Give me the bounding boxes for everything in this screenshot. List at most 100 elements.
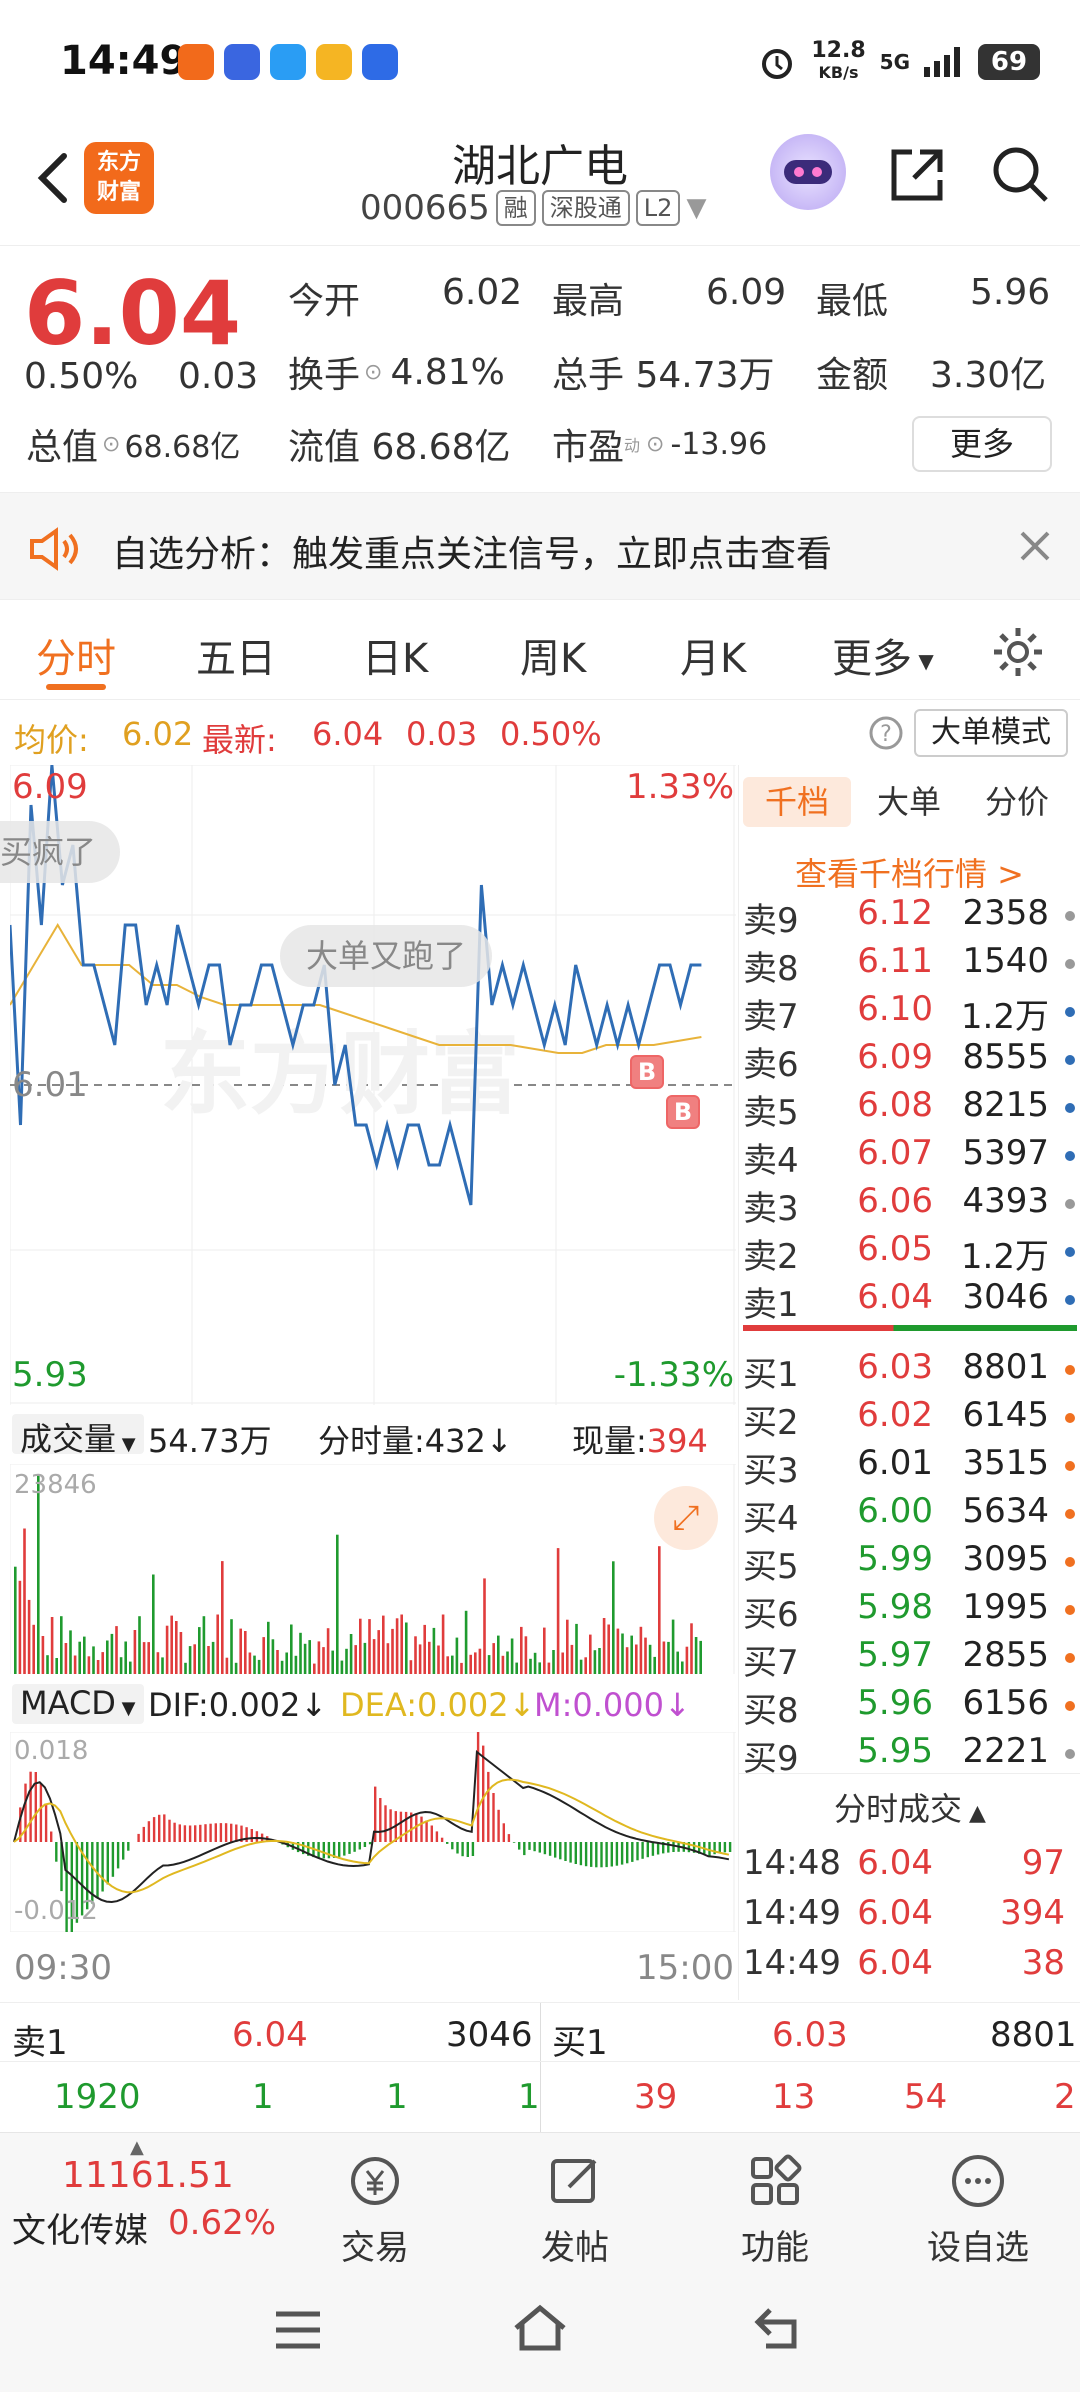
volume-bar bbox=[165, 1625, 169, 1674]
more-button[interactable]: 更多 bbox=[912, 416, 1052, 472]
volume-bar bbox=[354, 1645, 357, 1674]
volume-bar bbox=[556, 1548, 560, 1674]
time-end: 15:00 bbox=[636, 1948, 734, 1988]
ask-label: 卖1 bbox=[743, 1285, 799, 1325]
big-order-mode-button[interactable]: 大单模式 bbox=[914, 709, 1068, 757]
bid-volume: 2221 bbox=[962, 1731, 1049, 1771]
trade-button[interactable]: 交易 bbox=[330, 2151, 420, 2269]
ask-row-2[interactable]: 卖8 6.11 1540 bbox=[743, 941, 1077, 989]
bid-row-5[interactable]: 买5 5.99 3095 bbox=[743, 1539, 1077, 1587]
open-label: 今开 bbox=[288, 281, 361, 322]
macd-bar bbox=[96, 1842, 99, 1898]
tab-weekly-k[interactable]: 周K bbox=[520, 626, 586, 684]
ask-volume: 1540 bbox=[962, 941, 1049, 981]
bubble-buy-crazy[interactable]: 买疯了 bbox=[0, 821, 121, 883]
ask-label: 卖9 bbox=[743, 901, 799, 941]
add-watchlist-button[interactable]: 设自选 bbox=[918, 2151, 1038, 2269]
turnover: 换手 ⊙ 4.81% bbox=[288, 351, 505, 397]
home-icon[interactable] bbox=[510, 2302, 570, 2354]
volume-bar bbox=[552, 1650, 555, 1674]
macd-bar bbox=[528, 1842, 531, 1850]
volume-bar bbox=[92, 1646, 95, 1674]
ask-price: 6.12 bbox=[857, 893, 933, 933]
macd-bar bbox=[590, 1842, 593, 1867]
volume-bar bbox=[276, 1650, 279, 1674]
menu-icon[interactable] bbox=[272, 2308, 324, 2352]
close-icon[interactable] bbox=[1018, 529, 1052, 563]
bid-volume: 2855 bbox=[962, 1635, 1049, 1675]
help-icon[interactable]: ? bbox=[868, 715, 904, 751]
tab-monthly-k[interactable]: 月K bbox=[680, 626, 746, 684]
tab-thousand-level[interactable]: 千档 bbox=[743, 777, 851, 827]
signal-bars-icon bbox=[924, 47, 960, 77]
status-bar: 14:49 12.8 KB/s 5G 69 bbox=[0, 0, 1080, 130]
tab-five-day[interactable]: 五日 bbox=[196, 626, 276, 684]
volume-bar bbox=[382, 1615, 385, 1674]
volume-bar bbox=[230, 1619, 233, 1674]
post-button[interactable]: 发帖 bbox=[530, 2151, 620, 2269]
search-icon[interactable] bbox=[988, 142, 1052, 206]
intraday-chart[interactable]: 东方财富 6.09 1.33% 6.01 5.93 -1.33% 买疯了 大单又… bbox=[0, 765, 736, 1405]
volume-bar bbox=[221, 1561, 224, 1674]
bid-row-8[interactable]: 买8 5.96 6156 bbox=[743, 1683, 1077, 1731]
volume-bar bbox=[152, 1574, 155, 1674]
macd-bar bbox=[620, 1842, 624, 1865]
bid-row-2[interactable]: 买2 6.02 6145 bbox=[743, 1395, 1077, 1443]
margin-tag: 融 bbox=[495, 190, 536, 226]
bid-row-7[interactable]: 买7 5.97 2855 bbox=[743, 1635, 1077, 1683]
macd-bar bbox=[554, 1842, 557, 1858]
bid-price: 5.97 bbox=[857, 1635, 933, 1675]
macd-bar bbox=[327, 1842, 331, 1859]
macd-dropdown[interactable]: MACD ▼ bbox=[12, 1684, 144, 1724]
volume-bar bbox=[395, 1618, 399, 1674]
analysis-banner[interactable]: 自选分析：触发重点关注信号，立即点击查看 bbox=[0, 492, 1080, 600]
function-button[interactable]: 功能 bbox=[730, 2151, 820, 2269]
tab-big-order[interactable]: 大单 bbox=[859, 777, 959, 827]
bid-row-3[interactable]: 买3 6.01 3515 bbox=[743, 1443, 1077, 1491]
ask-row-8[interactable]: 卖2 6.05 1.2万 bbox=[743, 1229, 1077, 1277]
avg-value: 6.02 bbox=[122, 715, 194, 753]
ask-row-6[interactable]: 卖4 6.07 5397 bbox=[743, 1133, 1077, 1181]
bid-row-6[interactable]: 买6 5.98 1995 bbox=[743, 1587, 1077, 1635]
volume-bar bbox=[607, 1624, 610, 1674]
ask-row-9[interactable]: 卖1 6.04 3046 bbox=[743, 1277, 1077, 1325]
tab-intraday[interactable]: 分时 bbox=[36, 626, 116, 684]
share-icon[interactable] bbox=[886, 144, 948, 206]
bid-price: 5.96 bbox=[857, 1683, 933, 1723]
level1-quotes: 卖1 6.04 3046 买1 6.03 8801 1920 1 1 1 39 … bbox=[0, 2002, 1080, 2133]
ticks-header[interactable]: 分时成交 ▲ bbox=[739, 1773, 1080, 1830]
ask-volume: 8215 bbox=[962, 1085, 1049, 1125]
bubble-big-order[interactable]: 大单又跑了 bbox=[280, 925, 493, 987]
bid-price: 6.01 bbox=[857, 1443, 933, 1483]
back-nav-icon[interactable] bbox=[752, 2304, 808, 2352]
ask-row-4[interactable]: 卖6 6.09 8555 bbox=[743, 1037, 1077, 1085]
sector-index[interactable]: ▲ 11161.51 文化传媒 0.62% bbox=[0, 2133, 290, 2273]
volume-bar bbox=[437, 1645, 440, 1674]
robot-assistant-icon[interactable] bbox=[770, 134, 846, 210]
bid-row-1[interactable]: 买1 6.03 8801 bbox=[743, 1347, 1077, 1395]
ask-row-5[interactable]: 卖5 6.08 8215 bbox=[743, 1085, 1077, 1133]
settings-gear-icon[interactable] bbox=[990, 624, 1046, 680]
bid-volume: 6156 bbox=[962, 1683, 1049, 1723]
ask-row-1[interactable]: 卖9 6.12 2358 bbox=[743, 893, 1077, 941]
tab-more[interactable]: 更多 ▼ bbox=[832, 626, 934, 684]
latest-label: 最新: bbox=[202, 721, 277, 759]
bid-volume: 6145 bbox=[962, 1395, 1049, 1435]
view-depth-link[interactable]: 查看千档行情 > bbox=[795, 849, 1024, 895]
ask-row-3[interactable]: 卖7 6.10 1.2万 bbox=[743, 989, 1077, 1037]
tab-price-dist[interactable]: 分价 bbox=[967, 777, 1067, 827]
tab-daily-k[interactable]: 日K bbox=[362, 626, 428, 684]
volume-bar bbox=[340, 1660, 344, 1674]
price-chart-svg: 东方财富 bbox=[10, 765, 736, 1405]
stock-code-line[interactable]: 000665 融 深股通 L2 ▼ bbox=[360, 188, 706, 228]
macd-bar bbox=[338, 1842, 341, 1857]
ask-row-7[interactable]: 卖3 6.06 4393 bbox=[743, 1181, 1077, 1229]
buy-marker-2[interactable]: B bbox=[666, 1095, 700, 1129]
macd-bar bbox=[358, 1842, 361, 1850]
bid-row-9[interactable]: 买9 5.95 2221 bbox=[743, 1731, 1077, 1779]
expand-icon[interactable]: ⤢ bbox=[654, 1486, 718, 1550]
macd-bar bbox=[430, 1825, 433, 1842]
buy-marker-1[interactable]: B bbox=[630, 1055, 664, 1089]
bid-row-4[interactable]: 买4 6.00 5634 bbox=[743, 1491, 1077, 1539]
volume-dropdown[interactable]: 成交量 ▼ bbox=[12, 1414, 144, 1458]
